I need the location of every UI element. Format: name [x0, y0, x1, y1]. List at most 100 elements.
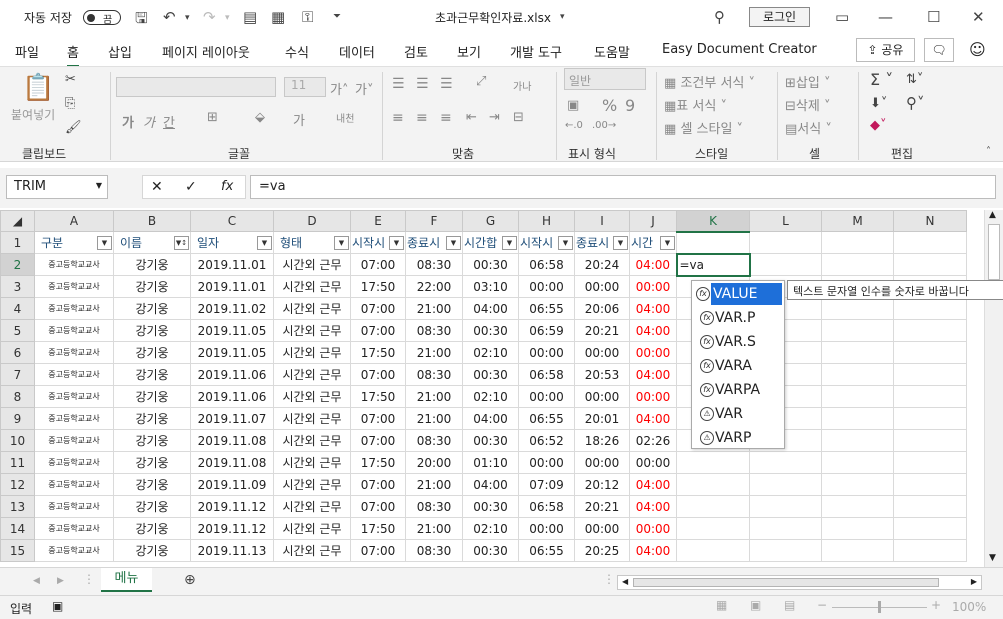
row-header[interactable]: 13	[0, 495, 35, 518]
cell-type[interactable]: 시간외 근무	[273, 385, 351, 408]
cell-end[interactable]: 08:30	[405, 363, 463, 386]
cell-date[interactable]: 2019.11.12	[190, 495, 274, 518]
cell-hours2[interactable]: 04:00	[629, 253, 677, 276]
cancel-formula-icon[interactable]: ✕	[151, 179, 163, 195]
format-icon[interactable]: ⚿	[302, 8, 313, 26]
filter-dropdown-icon[interactable]: ▼	[257, 236, 272, 250]
filter-dropdown-icon[interactable]: ▼	[613, 236, 628, 250]
cell-type[interactable]: 시간외 근무	[273, 495, 351, 518]
cell[interactable]	[821, 319, 894, 342]
number-format-box[interactable]: 일반	[564, 68, 646, 90]
row-header[interactable]: 2	[0, 253, 35, 276]
align-middle-icon[interactable]: ☰	[416, 76, 429, 92]
increase-decimal-icon[interactable]: ←.0	[565, 120, 583, 131]
cell-date[interactable]: 2019.11.06	[190, 385, 274, 408]
cell-date[interactable]: 2019.11.05	[190, 341, 274, 364]
cell[interactable]	[821, 231, 894, 254]
cell[interactable]	[821, 341, 894, 364]
cell[interactable]	[893, 407, 967, 430]
cell-type[interactable]: 시간외 근무	[273, 275, 351, 298]
new-sheet-icon[interactable]: ⊕	[184, 572, 196, 588]
cell-date[interactable]: 2019.11.05	[190, 319, 274, 342]
cell-end2[interactable]: 20:25	[574, 539, 630, 562]
cell-hours[interactable]: 01:10	[462, 451, 519, 474]
cell-name[interactable]: 강기웅	[113, 473, 191, 496]
cell-end2[interactable]: 00:00	[574, 275, 630, 298]
cell-end2[interactable]: 20:21	[574, 495, 630, 518]
redo-dropdown-icon[interactable]: ▾	[225, 13, 230, 23]
cell-date[interactable]: 2019.11.08	[190, 429, 274, 452]
cell-date[interactable]: 2019.11.12	[190, 517, 274, 540]
cell-hours2[interactable]: 02:26	[629, 429, 677, 452]
align-top-icon[interactable]: ☰	[392, 76, 405, 92]
column-header-m[interactable]: M	[821, 210, 894, 232]
underline-icon[interactable]: 간	[163, 112, 175, 131]
italic-icon[interactable]: 가	[143, 112, 155, 131]
bold-icon[interactable]: 가	[122, 112, 134, 131]
format-cells-button[interactable]: ▤서식 ˅	[785, 118, 832, 137]
cell-type[interactable]: 시간외 근무	[273, 407, 351, 430]
filter-dropdown-icon[interactable]: ▼	[334, 236, 349, 250]
sheet-tab-menu[interactable]: 메뉴	[101, 568, 152, 592]
cell[interactable]	[821, 473, 894, 496]
column-header-k[interactable]: K	[676, 210, 750, 233]
cell[interactable]	[893, 363, 967, 386]
scroll-left-icon[interactable]: ◀	[622, 577, 628, 586]
cell-hours[interactable]: 03:10	[462, 275, 519, 298]
autocomplete-item[interactable]: fx VAR.S	[696, 331, 782, 353]
insert-cells-button[interactable]: ⊞삽입 ˅	[785, 72, 830, 91]
cell-start[interactable]: 17:50	[350, 517, 406, 540]
fill-icon[interactable]: ⬇˅	[870, 96, 887, 111]
header-cell[interactable]: 시작시 ▼	[350, 231, 406, 254]
row-header[interactable]: 4	[0, 297, 35, 320]
cell-start[interactable]: 07:00	[350, 253, 406, 276]
clear-icon[interactable]: ◆˅	[870, 118, 887, 133]
cell-end[interactable]: 08:30	[405, 429, 463, 452]
tab-page-layout[interactable]: 페이지 레이아웃	[162, 42, 250, 61]
cell-end[interactable]: 08:30	[405, 495, 463, 518]
tab-insert[interactable]: 삽입	[108, 42, 132, 61]
autocomplete-item[interactable]: fx VARPA	[696, 379, 782, 401]
header-cell[interactable]: 시작시 ▼	[518, 231, 575, 254]
cell-start2[interactable]: 06:52	[518, 429, 575, 452]
cell[interactable]	[893, 297, 967, 320]
wrap-text-icon[interactable]: 가나	[513, 78, 531, 93]
font-color-icon[interactable]: 가	[293, 110, 305, 129]
tab-help[interactable]: 도움말	[594, 42, 630, 61]
cell-hours2[interactable]: 04:00	[629, 319, 677, 342]
cell[interactable]	[893, 319, 967, 342]
autocomplete-item[interactable]: fx VAR.P	[696, 307, 782, 329]
table-icon[interactable]: ▦	[271, 8, 285, 26]
cell-end2[interactable]: 00:00	[574, 385, 630, 408]
close-icon[interactable]: ✕	[972, 8, 985, 26]
align-bottom-icon[interactable]: ☰	[440, 76, 453, 92]
font-name-box[interactable]	[116, 77, 276, 97]
cell-start2[interactable]: 07:09	[518, 473, 575, 496]
paste-button[interactable]: 붙여넣기	[11, 106, 55, 123]
cell-end2[interactable]: 00:00	[574, 451, 630, 474]
zoom-slider-handle[interactable]	[878, 601, 881, 613]
column-header-a[interactable]: A	[34, 210, 114, 232]
cell-end2[interactable]: 00:00	[574, 341, 630, 364]
cell-styles-button[interactable]: ▦ 셀 스타일 ˅	[664, 118, 743, 137]
cell-type[interactable]: 시간외 근무	[273, 319, 351, 342]
filter-dropdown-icon[interactable]: ▼	[97, 236, 112, 250]
cell-type[interactable]: 시간외 근무	[273, 341, 351, 364]
cell-type[interactable]: 시간외 근무	[273, 297, 351, 320]
cell-start[interactable]: 17:50	[350, 275, 406, 298]
normal-view-icon[interactable]: ▦	[716, 598, 727, 612]
merge-center-icon[interactable]: ⊟	[513, 110, 524, 125]
header-cell[interactable]: 시간합 ▼	[462, 231, 519, 254]
cell-category[interactable]: 중고등학교교사	[34, 297, 114, 320]
insert-function-icon[interactable]: fx	[221, 179, 233, 194]
cell-start2[interactable]: 06:58	[518, 253, 575, 276]
font-size-box[interactable]: 11	[284, 77, 326, 97]
cell-start2[interactable]: 06:59	[518, 319, 575, 342]
cell-start2[interactable]: 06:55	[518, 407, 575, 430]
column-header-h[interactable]: H	[518, 210, 575, 232]
decrease-font-icon[interactable]: 가˅	[355, 79, 373, 98]
row-header[interactable]: 8	[0, 385, 35, 408]
cell-hours2[interactable]: 04:00	[629, 473, 677, 496]
cell-start[interactable]: 17:50	[350, 451, 406, 474]
cell-hours[interactable]: 04:00	[462, 407, 519, 430]
